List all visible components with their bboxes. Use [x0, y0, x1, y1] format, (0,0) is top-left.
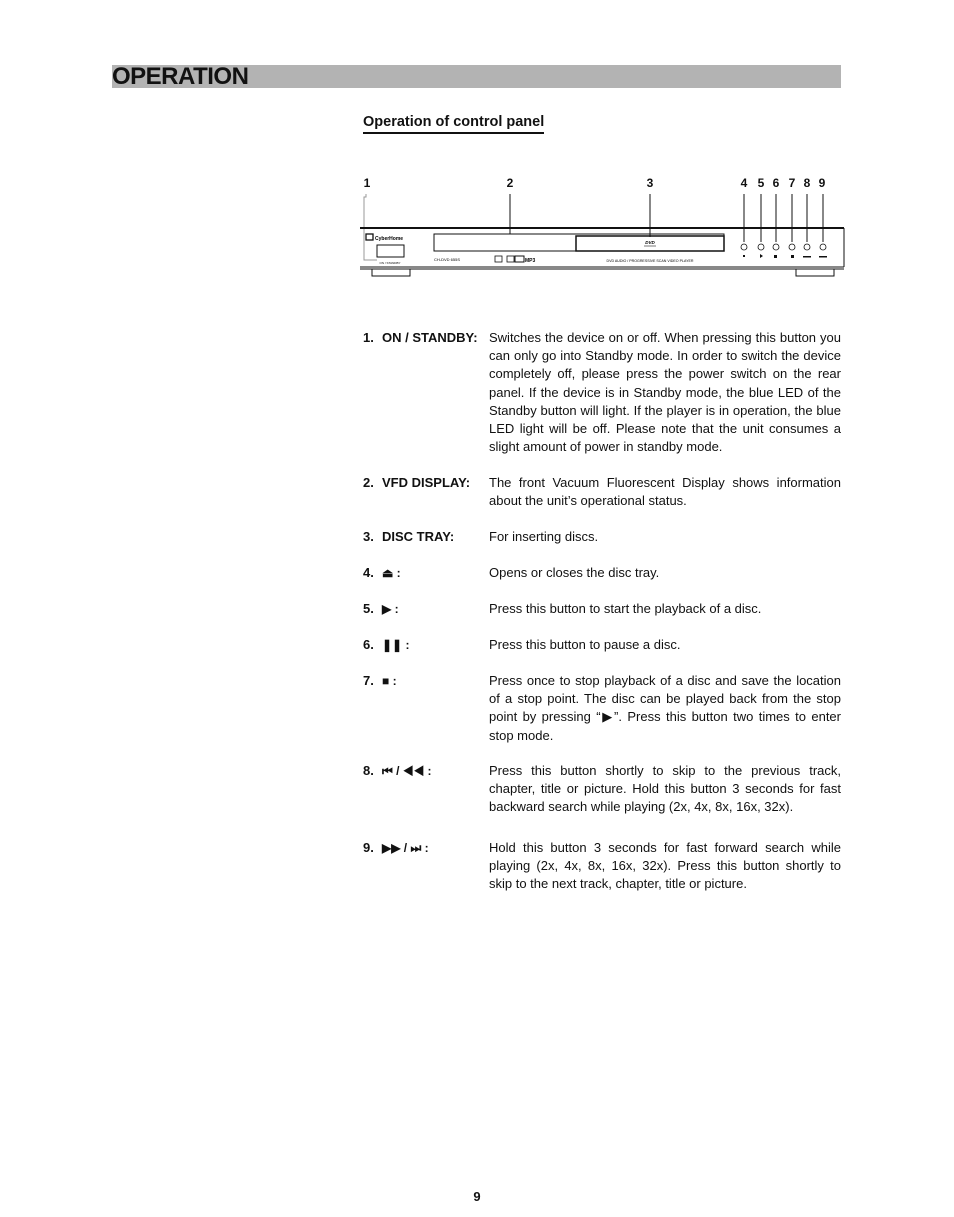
page-number: 9	[473, 1189, 481, 1204]
entry-number: 7.	[363, 673, 374, 688]
dvd-logo: DVD	[645, 240, 655, 245]
entry-description: Hold this button 3 seconds for fast forw…	[489, 840, 841, 892]
entry-description: Press this button shortly to skip to the…	[489, 763, 841, 815]
dolby-logo	[494, 255, 503, 263]
eject-icon: ⏏ :	[382, 566, 401, 580]
pause-icon: ❚❚ :	[382, 638, 410, 652]
brand-logo-icon	[365, 233, 374, 241]
mp3-logo: MP3	[525, 258, 536, 264]
entry-label: ON / STANDBY:	[382, 330, 478, 345]
entry-number: 9.	[363, 840, 374, 855]
entry-number: 3.	[363, 529, 374, 544]
next-button-drawing	[819, 243, 827, 251]
section-banner: OPERATION	[112, 63, 841, 90]
entry-description: For inserting discs.	[489, 529, 599, 544]
model-label: CH-DVD 655S	[434, 257, 460, 262]
standby-button-drawing	[376, 244, 405, 258]
entry-label: DISC TRAY:	[382, 529, 455, 544]
entry-number: 5.	[363, 601, 374, 616]
prev-rewind-icon: ⏮ / ◀◀ :	[382, 764, 432, 778]
pause-glyph	[774, 255, 777, 258]
next-glyph	[819, 256, 827, 258]
prev-glyph	[803, 256, 811, 258]
stop-glyph	[791, 255, 794, 258]
entry-number: 6.	[363, 637, 374, 652]
entry-description: Switches the device on or off. When pres…	[489, 330, 841, 455]
right-foot	[795, 269, 835, 277]
entry-label: VFD DISPLAY:	[382, 475, 471, 490]
entry-number: 8.	[363, 763, 374, 778]
entry-number: 2.	[363, 475, 374, 490]
player-caption: DVD AUDIO / PROGRESSIVE SCAN VIDEO PLAYE…	[606, 259, 693, 263]
forward-next-icon: ▶▶ / ⏭ :	[382, 841, 429, 855]
svg-text:ON / STANDBY: ON / STANDBY	[380, 261, 401, 265]
section-subtitle: Operation of control panel	[363, 113, 545, 134]
entry-description: Press this button to start the playback …	[489, 601, 762, 616]
page-title: OPERATION	[112, 63, 249, 90]
pause-button-drawing	[772, 243, 780, 251]
prev-button-drawing	[803, 243, 811, 251]
play-button-drawing	[757, 243, 765, 251]
entry-number: 4.	[363, 565, 374, 580]
stop-icon: ■ :	[382, 674, 397, 688]
entry-description: The front Vacuum Fluorescent Display sho…	[489, 475, 841, 509]
control-panel-diagram: 1 2 3 4 5 6 7 8 9 CyberHome ON / STANDBY…	[360, 170, 846, 280]
eject-button-drawing	[740, 243, 748, 251]
entry-description: Press this button to pause a disc.	[489, 637, 681, 652]
dvd-player-drawing: CyberHome ON / STANDBY DVD CH-DVD 655S M…	[360, 194, 845, 277]
eject-glyph	[743, 255, 745, 257]
play-glyph	[760, 254, 763, 258]
entry-description: Opens or closes the disc tray.	[489, 565, 660, 580]
left-foot	[371, 269, 411, 277]
brand-name: CyberHome	[375, 236, 403, 242]
stop-button-drawing	[788, 243, 796, 251]
play-icon: ▶ :	[382, 602, 399, 616]
entry-number: 1.	[363, 330, 374, 345]
entry-description: Press once to stop playback of a disc an…	[489, 673, 841, 743]
